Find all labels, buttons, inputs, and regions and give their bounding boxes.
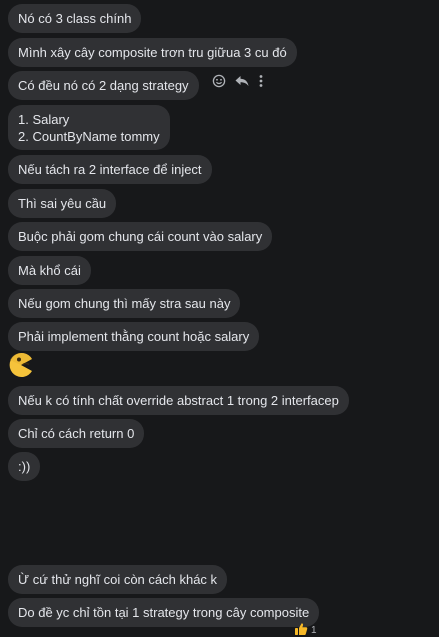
reply-icon[interactable] (234, 74, 250, 88)
message-bubble-7[interactable]: Buộc phải gom chung cái count vào salary (8, 222, 273, 251)
message-bubble-10[interactable]: Phải implement thằng count hoặc salary (8, 322, 260, 351)
message-bubble-4[interactable]: 1. Salary 2. CountByName tommy (8, 105, 170, 150)
message-hover-actions (212, 74, 264, 88)
message-bubble-13[interactable]: :)) (8, 452, 41, 481)
message-text: Thì sai yêu cầu (18, 196, 107, 211)
message-text: Nếu k có tính chất override abstract 1 t… (18, 393, 339, 408)
pacman-face-icon[interactable] (8, 352, 34, 378)
message-text: Nó có 3 class chính (18, 11, 132, 26)
message-text: Phải implement thằng count hoặc salary (18, 329, 250, 344)
message-bubble-9[interactable]: Nếu gom chung thì mấy stra sau này (8, 289, 241, 318)
message-text: Ừ cứ thử nghĩ coi còn cách khác k (18, 572, 218, 587)
thumbs-up-icon (294, 622, 308, 637)
message-text: Có đều nó có 2 dạng strategy (18, 78, 189, 93)
message-text: Do đề yc chỉ tồn tại 1 strategy trong câ… (18, 605, 310, 620)
message-bubble-15[interactable]: Do đề yc chỉ tồn tại 1 strategy trong câ… (8, 598, 320, 627)
message-bubble-1[interactable]: Nó có 3 class chính (8, 4, 142, 33)
message-reaction[interactable]: 1 (294, 622, 317, 637)
message-bubble-11[interactable]: Nếu k có tính chất override abstract 1 t… (8, 386, 349, 415)
message-text: :)) (18, 459, 31, 474)
message-bubble-14[interactable]: Ừ cứ thử nghĩ coi còn cách khác k (8, 565, 228, 594)
smile-icon[interactable] (212, 74, 226, 88)
message-text: Buộc phải gom chung cái count vào salary (18, 229, 263, 244)
message-text: Mà khổ cái (18, 263, 81, 278)
chat-thread: Nó có 3 class chính Mình xây cây composi… (0, 0, 439, 637)
message-bubble-2[interactable]: Mình xây cây composite trơn tru giữua 3 … (8, 38, 297, 67)
message-line-1: 1. Salary (18, 111, 70, 127)
message-text: Chỉ có cách return 0 (18, 426, 135, 441)
message-text: Nếu gom chung thì mấy stra sau này (18, 296, 231, 311)
message-bubble-6[interactable]: Thì sai yêu cầu (8, 189, 117, 218)
message-bubble-5[interactable]: Nếu tách ra 2 interface để inject (8, 155, 212, 184)
reaction-count: 1 (311, 624, 317, 636)
message-text: Nếu tách ra 2 interface để inject (18, 162, 202, 177)
message-line-2: 2. CountByName tommy (18, 128, 160, 144)
message-bubble-3[interactable]: Có đều nó có 2 dạng strategy (8, 71, 199, 100)
message-text: Mình xây cây composite trơn tru giữua 3 … (18, 45, 287, 60)
message-bubble-8[interactable]: Mà khổ cái (8, 256, 91, 285)
message-bubble-12[interactable]: Chỉ có cách return 0 (8, 419, 145, 448)
more-icon[interactable] (258, 74, 264, 88)
